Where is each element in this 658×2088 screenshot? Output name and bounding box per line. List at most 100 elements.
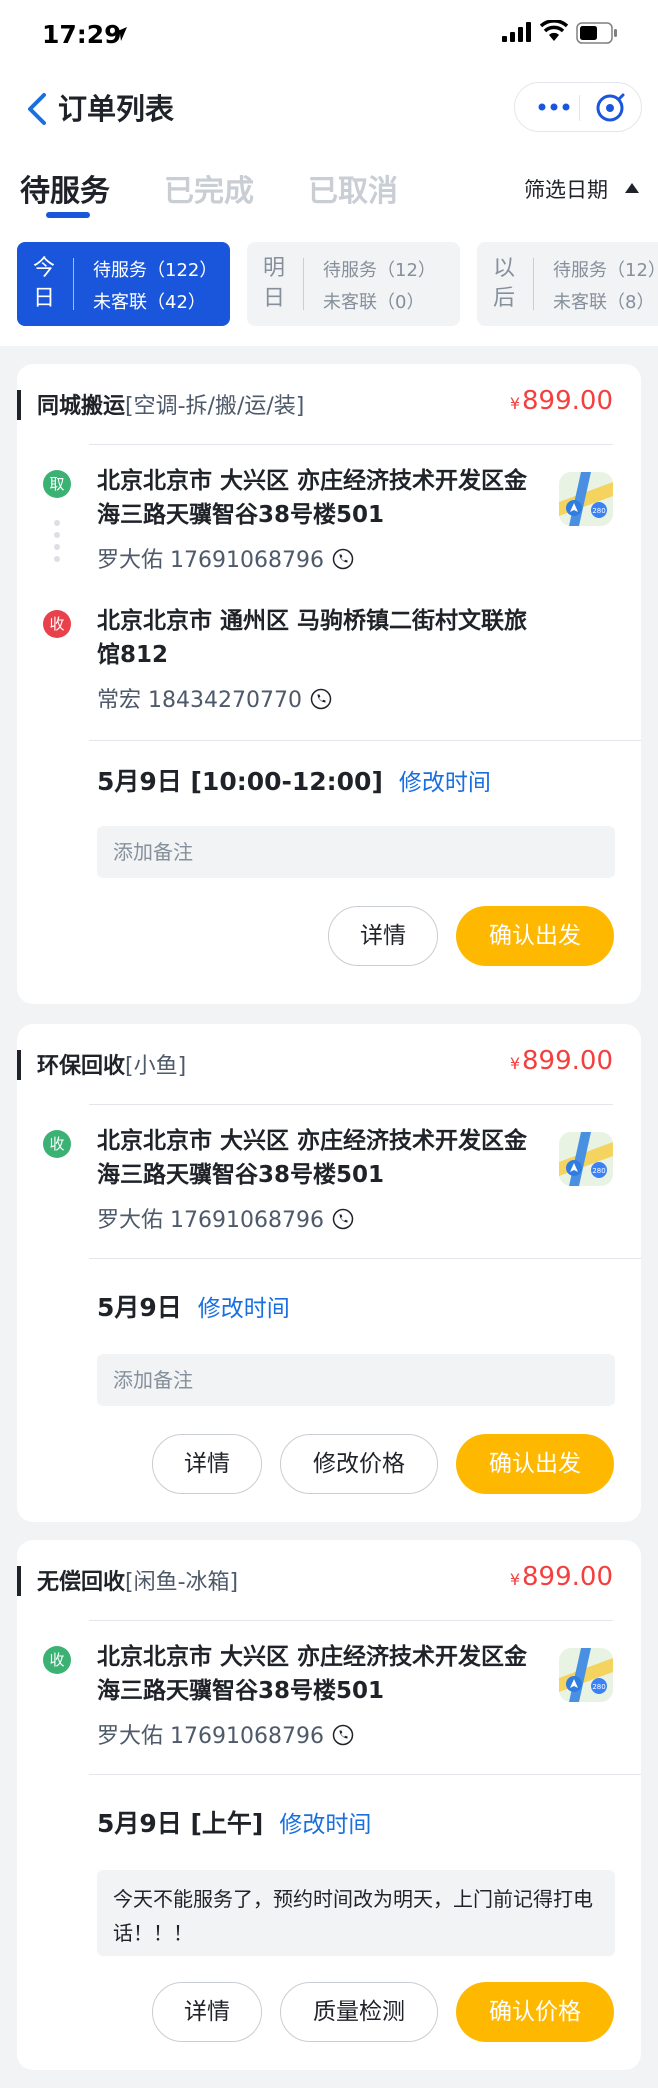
- confirm-price-button[interactable]: 确认价格: [456, 1982, 614, 2042]
- drop-contact-text: 罗大佑 17691068796: [97, 1724, 324, 1749]
- order-type: 无偿回收[闲鱼-冰箱]: [37, 1564, 238, 1596]
- currency-symbol: ¥: [509, 394, 521, 413]
- day-name: 明日: [263, 256, 286, 311]
- service-datetime: 5月9日 修改时间: [97, 1288, 290, 1324]
- order-type: 同城搬运[空调-拆/搬/运/装]: [37, 388, 304, 420]
- divider: [89, 1104, 613, 1105]
- note-input[interactable]: 添加备注: [97, 1354, 615, 1406]
- order-card: 环保回收[小鱼] ¥899.00 收 北京北京市 大兴区 亦庄经济技术开发区金海…: [17, 1024, 641, 1522]
- modify-time-link[interactable]: 修改时间: [198, 1296, 290, 1322]
- signal-icon: [502, 22, 531, 42]
- tab-pending[interactable]: 待服务: [20, 166, 110, 210]
- status-bar: 17:29: [0, 0, 658, 70]
- svg-text:280: 280: [592, 507, 605, 515]
- svg-text:280: 280: [592, 1167, 605, 1175]
- price-value: 899.00: [522, 1562, 613, 1592]
- day-divider: [533, 258, 534, 310]
- modify-price-button[interactable]: 修改价格: [280, 1434, 438, 1494]
- drop-contact-text: 罗大佑 17691068796: [97, 1208, 324, 1233]
- map-app-icon[interactable]: 280: [559, 1648, 613, 1702]
- drop-address: 北京北京市 大兴区 亦庄经济技术开发区金海三路天骥智谷38号楼501: [97, 1128, 528, 1188]
- price-value: 899.00: [522, 1046, 613, 1076]
- day-name: 以后: [493, 256, 516, 311]
- drop-badge: 收: [43, 1130, 71, 1158]
- drop-address: 北京北京市 通州区 马驹桥镇二街村文联旅馆812: [97, 608, 528, 668]
- drop-contact[interactable]: 罗大佑 17691068796: [97, 1202, 354, 1234]
- service-datetime: 5月9日 [10:00-12:00] 修改时间: [97, 762, 491, 798]
- divider: [89, 1620, 613, 1621]
- svg-text:280: 280: [592, 1683, 605, 1691]
- divider: [89, 740, 641, 741]
- order-price: ¥899.00: [510, 1046, 613, 1076]
- service-date: 5月9日 [10:00-12:00]: [97, 767, 383, 796]
- order-tag: [小鱼]: [125, 1054, 187, 1079]
- service-datetime: 5月9日 [上午] 修改时间: [97, 1804, 371, 1840]
- status-time: 17:29: [42, 20, 122, 49]
- back-icon[interactable]: [26, 92, 48, 126]
- day-today[interactable]: 今日 待服务（122） 未客联（42）: [17, 242, 230, 326]
- day-later[interactable]: 以后 待服务（12） 未客联（8）: [477, 242, 658, 326]
- route-dots: [53, 514, 61, 568]
- detail-button[interactable]: 详情: [328, 906, 438, 966]
- order-note[interactable]: 今天不能服务了，预约时间改为明天，上门前记得打电话！！！: [97, 1870, 615, 1956]
- tab-completed[interactable]: 已完成: [164, 166, 254, 210]
- currency-symbol: ¥: [509, 1570, 521, 1589]
- capsule-divider: [579, 95, 580, 121]
- order-price: ¥899.00: [510, 1562, 613, 1592]
- drop-address: 北京北京市 大兴区 亦庄经济技术开发区金海三路天骥智谷38号楼501: [97, 1644, 528, 1704]
- order-tag: [空调-拆/搬/运/装]: [125, 394, 305, 419]
- order-price: ¥899.00: [510, 386, 613, 416]
- day-pending-count: 待服务（12）: [323, 260, 436, 281]
- detail-button[interactable]: 详情: [152, 1434, 262, 1494]
- more-icon[interactable]: [537, 100, 571, 114]
- divider: [89, 1774, 641, 1775]
- day-pending-count: 待服务（12）: [553, 260, 658, 281]
- phone-icon[interactable]: [332, 1208, 354, 1230]
- confirm-depart-button[interactable]: 确认出发: [456, 906, 614, 966]
- quality-check-button[interactable]: 质量检测: [280, 1982, 438, 2042]
- currency-symbol: ¥: [509, 1054, 521, 1073]
- pickup-address: 北京北京市 大兴区 亦庄经济技术开发区金海三路天骥智谷38号楼501: [97, 468, 528, 528]
- pickup-badge: 取: [43, 470, 71, 498]
- day-uncontacted-count: 未客联（42）: [93, 292, 206, 313]
- tab-cancelled[interactable]: 已取消: [308, 166, 398, 210]
- day-divider: [73, 258, 74, 310]
- service-date: 5月9日 [上午]: [97, 1809, 264, 1838]
- modify-time-link[interactable]: 修改时间: [399, 770, 491, 796]
- phone-icon[interactable]: [332, 548, 354, 570]
- pickup-contact[interactable]: 罗大佑 17691068796: [97, 542, 354, 574]
- divider: [89, 1258, 641, 1259]
- map-app-icon[interactable]: 280: [559, 1132, 613, 1186]
- drop-contact[interactable]: 罗大佑 17691068796: [97, 1718, 354, 1750]
- day-pending-count: 待服务（122）: [93, 260, 218, 281]
- phone-icon[interactable]: [332, 1724, 354, 1746]
- drop-contact[interactable]: 常宏 18434270770: [97, 682, 332, 714]
- pickup-contact-text: 罗大佑 17691068796: [97, 548, 324, 573]
- top-section: 17:29 订单列表 待服务 已完成 已取消 筛选日期 今日 待服务（122） …: [0, 0, 658, 346]
- day-selector: 今日 待服务（122） 未客联（42） 明日 待服务（12） 未客联（0） 以后…: [0, 242, 658, 328]
- day-divider: [303, 258, 304, 310]
- note-input[interactable]: 添加备注: [97, 826, 615, 878]
- order-type-label: 环保回收: [37, 1054, 126, 1079]
- divider: [89, 444, 613, 445]
- map-app-icon[interactable]: 280: [559, 472, 613, 526]
- order-type-label: 同城搬运: [37, 394, 126, 419]
- filter-date-button[interactable]: 筛选日期: [524, 174, 608, 204]
- day-name: 今日: [33, 256, 56, 311]
- day-tomorrow[interactable]: 明日 待服务（12） 未客联（0）: [247, 242, 460, 326]
- page-title: 订单列表: [58, 92, 175, 126]
- tab-indicator: [46, 212, 90, 218]
- drop-contact-text: 常宏 18434270770: [97, 688, 302, 713]
- drop-badge: 收: [43, 1646, 71, 1674]
- sort-up-icon[interactable]: [624, 182, 640, 194]
- confirm-depart-button[interactable]: 确认出发: [456, 1434, 614, 1494]
- detail-button[interactable]: 详情: [152, 1982, 262, 2042]
- order-tag: [闲鱼-冰箱]: [125, 1570, 239, 1595]
- close-icon[interactable]: [595, 93, 625, 123]
- modify-time-link[interactable]: 修改时间: [279, 1812, 371, 1838]
- day-uncontacted-count: 未客联（0）: [323, 292, 425, 313]
- order-card: 同城搬运[空调-拆/搬/运/装] ¥899.00 取 北京北京市 大兴区 亦庄经…: [17, 364, 641, 1004]
- phone-icon[interactable]: [310, 688, 332, 710]
- order-type: 环保回收[小鱼]: [37, 1048, 186, 1080]
- battery-icon: [576, 22, 617, 44]
